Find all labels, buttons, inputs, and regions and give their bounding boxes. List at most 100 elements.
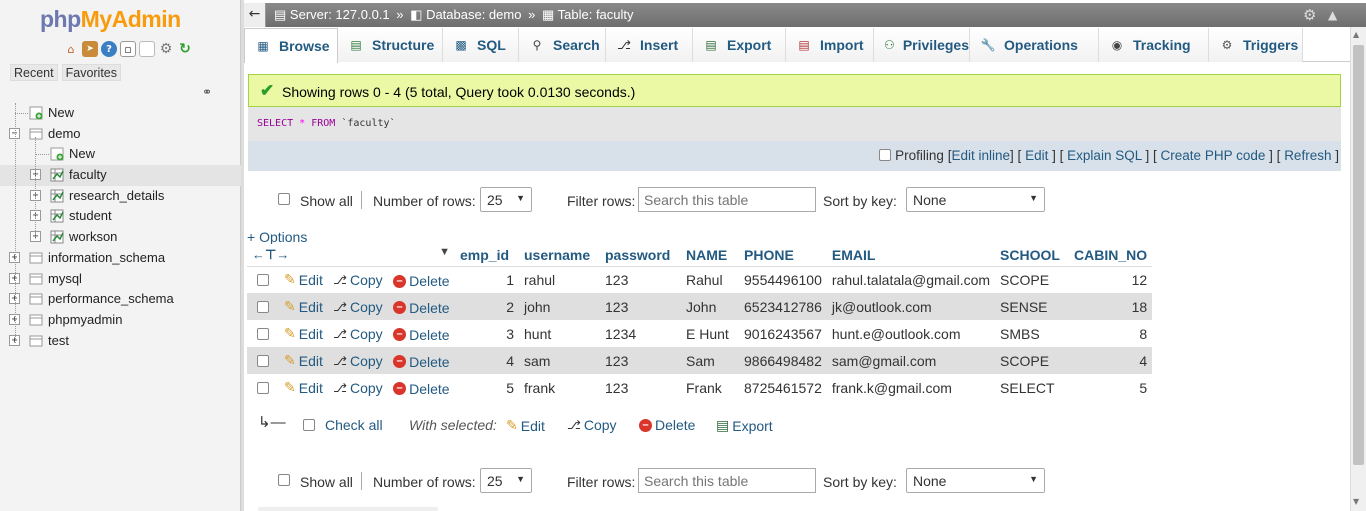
- tree-item-performance-schema[interactable]: + performance_schema: [0, 289, 241, 310]
- check-all-label[interactable]: Check all: [325, 417, 383, 433]
- cell-username[interactable]: sam: [519, 347, 600, 374]
- tree-item-information-schema[interactable]: + information_schema: [0, 248, 241, 269]
- cell-name[interactable]: E Hunt: [681, 320, 739, 347]
- cell-cabin-no[interactable]: 12: [1069, 266, 1153, 293]
- tree-item-mysql[interactable]: + mysql: [0, 269, 241, 290]
- cell-emp-id[interactable]: 2: [455, 293, 519, 320]
- row-edit-button[interactable]: ✎ Edit: [284, 325, 323, 342]
- row-copy-button[interactable]: ⎇ Copy: [333, 299, 383, 315]
- page-icon[interactable]: [139, 41, 155, 57]
- cell-phone[interactable]: 6523412786: [739, 293, 827, 320]
- tab-export[interactable]: ▤ Export: [693, 28, 786, 62]
- bulk-edit-button[interactable]: ✎ Edit: [506, 417, 545, 434]
- tree-item-faculty[interactable]: + faculty: [0, 165, 241, 186]
- sort-by-key-select[interactable]: None ▼: [906, 187, 1045, 212]
- collapse-up-icon[interactable]: ▲: [1328, 8, 1337, 22]
- column-header-password[interactable]: password: [600, 244, 681, 267]
- column-header-name[interactable]: NAME: [681, 244, 739, 267]
- exit-icon[interactable]: ➤: [82, 41, 98, 57]
- column-header-email[interactable]: EMAIL: [826, 244, 996, 267]
- edit-link[interactable]: Edit: [1025, 148, 1048, 163]
- tab-privileges[interactable]: ⚇ Privileges: [874, 28, 970, 62]
- cell-name[interactable]: John: [681, 293, 739, 320]
- gear-icon[interactable]: ⚙: [158, 41, 174, 57]
- tree-item-demo[interactable]: − demo: [0, 124, 241, 145]
- refresh-link[interactable]: Refresh: [1284, 148, 1331, 163]
- row-checkbox[interactable]: [257, 327, 269, 340]
- check-all-checkbox[interactable]: [303, 419, 315, 431]
- cell-password[interactable]: 1234: [600, 320, 681, 347]
- explain-sql-link[interactable]: Explain SQL: [1067, 148, 1142, 163]
- tab-sql[interactable]: ▩ SQL: [443, 28, 519, 62]
- filter-rows-input[interactable]: [638, 187, 816, 212]
- cell-password[interactable]: 123: [600, 347, 681, 374]
- phpmyadmin-logo[interactable]: phpMyAdmin: [40, 6, 181, 33]
- cell-emp-id[interactable]: 3: [455, 320, 519, 347]
- rows-per-page-select[interactable]: 25 ▼: [480, 187, 532, 212]
- cell-username[interactable]: rahul: [519, 266, 600, 293]
- column-header-school[interactable]: SCHOOL: [995, 244, 1070, 267]
- cell-cabin-no[interactable]: 5: [1069, 374, 1153, 401]
- tree-item-workson[interactable]: + workson: [0, 227, 241, 248]
- column-header-emp-id[interactable]: emp_id: [455, 244, 519, 267]
- cell-username[interactable]: hunt: [519, 320, 600, 347]
- collapse-nav-icon[interactable]: ←: [244, 3, 266, 27]
- bulk-delete-button[interactable]: – Delete: [639, 417, 695, 433]
- cell-phone[interactable]: 9866498482: [739, 347, 827, 374]
- breadcrumb-server[interactable]: Server: 127.0.0.1: [290, 7, 390, 22]
- filter-rows-input[interactable]: [638, 468, 816, 493]
- sort-by-key-select[interactable]: None ▼: [906, 468, 1045, 493]
- tab-structure[interactable]: ▤ Structure: [338, 28, 443, 62]
- tree-item-new[interactable]: New: [0, 144, 241, 165]
- cell-email[interactable]: frank.k@gmail.com: [826, 374, 996, 401]
- cell-school[interactable]: SMBS: [995, 320, 1070, 347]
- options-link[interactable]: + Options: [247, 229, 307, 245]
- profiling-checkbox[interactable]: [879, 149, 892, 161]
- show-all-checkbox[interactable]: [278, 193, 290, 205]
- row-checkbox[interactable]: [257, 381, 269, 394]
- tab-operations[interactable]: 🔧 Operations: [970, 28, 1099, 62]
- cell-name[interactable]: Sam: [681, 347, 739, 374]
- column-header-cabin-no[interactable]: CABIN_NO: [1069, 244, 1153, 267]
- row-delete-button[interactable]: – Delete: [393, 327, 450, 343]
- tree-item-student[interactable]: + student: [0, 206, 241, 227]
- cell-email[interactable]: rahul.talatala@gmail.com: [826, 266, 996, 293]
- link-chain-icon[interactable]: ⚭: [202, 85, 212, 99]
- cell-email[interactable]: hunt.e@outlook.com: [826, 320, 996, 347]
- cell-school[interactable]: SCOPE: [995, 347, 1070, 374]
- show-all-checkbox[interactable]: [278, 474, 290, 486]
- row-edit-button[interactable]: ✎ Edit: [284, 298, 323, 315]
- tree-item-test[interactable]: + test: [0, 331, 241, 352]
- tab-search[interactable]: ⚲ Search: [519, 28, 606, 62]
- cell-phone[interactable]: 9016243567: [739, 320, 827, 347]
- scroll-up-icon[interactable]: ▲: [1353, 30, 1359, 39]
- cell-password[interactable]: 123: [600, 266, 681, 293]
- tab-import[interactable]: ▤ Import: [786, 28, 874, 62]
- bulk-export-button[interactable]: ▤ Export: [716, 417, 773, 434]
- breadcrumb-database[interactable]: Database: demo: [426, 7, 521, 22]
- breadcrumb-table[interactable]: Table: faculty: [558, 7, 634, 22]
- scroll-down-icon[interactable]: ▼: [1353, 497, 1359, 506]
- cell-school[interactable]: SENSE: [995, 293, 1070, 320]
- reload-icon[interactable]: ↻: [177, 41, 193, 57]
- column-resize-arrows-icon[interactable]: ←⊤→: [252, 247, 289, 262]
- cell-username[interactable]: frank: [519, 374, 600, 401]
- cell-cabin-no[interactable]: 4: [1069, 347, 1153, 374]
- scrollbar-thumb[interactable]: [1353, 45, 1364, 465]
- edit-inline-link[interactable]: Edit inline: [951, 148, 1010, 163]
- row-edit-button[interactable]: ✎ Edit: [284, 379, 323, 396]
- tab-browse[interactable]: ▦ Browse: [244, 28, 338, 63]
- cell-school[interactable]: SELECT: [995, 374, 1070, 401]
- row-checkbox[interactable]: [257, 273, 269, 286]
- row-checkbox[interactable]: [257, 354, 269, 367]
- row-delete-button[interactable]: – Delete: [393, 273, 450, 289]
- row-copy-button[interactable]: ⎇ Copy: [333, 380, 383, 396]
- cell-school[interactable]: SCOPE: [995, 266, 1070, 293]
- page-scrollbar[interactable]: ▲ ▼: [1350, 27, 1366, 511]
- cell-phone[interactable]: 9554496100: [739, 266, 827, 293]
- column-header-username[interactable]: username: [519, 244, 600, 267]
- cell-email[interactable]: jk@outlook.com: [826, 293, 996, 320]
- rows-per-page-select[interactable]: 25 ▼: [480, 468, 532, 493]
- cell-emp-id[interactable]: 4: [455, 347, 519, 374]
- cell-password[interactable]: 123: [600, 374, 681, 401]
